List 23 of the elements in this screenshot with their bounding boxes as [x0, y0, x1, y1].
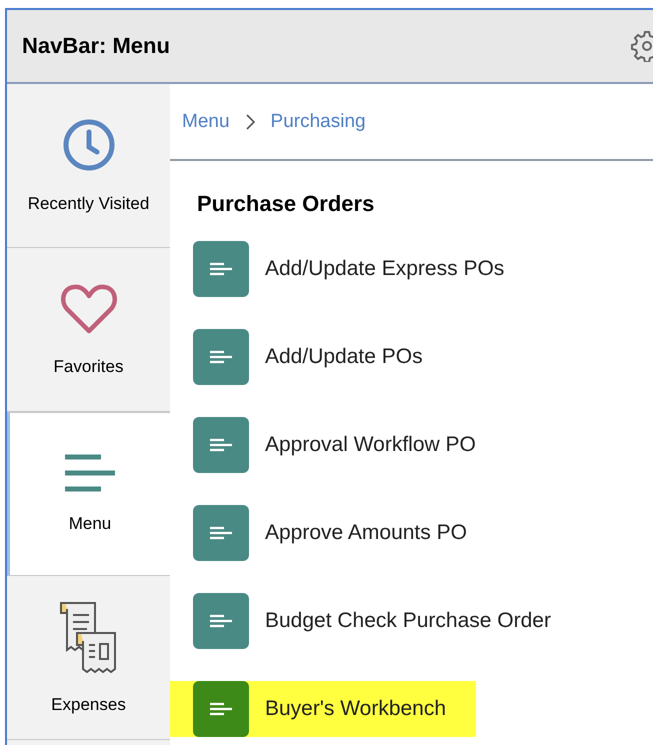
chevron-icon — [246, 114, 255, 130]
menu-icon — [63, 454, 117, 492]
highlighted-menu-item[interactable]: Buyer's Workbench — [170, 681, 476, 737]
list-icon — [193, 505, 249, 561]
list-icon — [193, 329, 249, 385]
menu-item[interactable]: Add/Update POs — [170, 329, 453, 385]
section-heading: Purchase Orders — [197, 191, 374, 216]
heart-icon — [60, 282, 118, 334]
sidebar-item[interactable]: Expenses — [7, 576, 170, 740]
sidebar-item[interactable]: Recently Visited — [7, 84, 170, 248]
navbar-title: NavBar: Menu — [22, 33, 170, 59]
breadcrumb-link[interactable]: Purchasing — [270, 110, 366, 132]
menu-item[interactable]: Approve Amounts PO — [170, 505, 497, 561]
clock-icon — [62, 118, 116, 172]
list-icon — [193, 417, 249, 473]
menu-item[interactable]: Approval Workflow PO — [170, 417, 506, 473]
menu-item[interactable]: Add/Update Express POs — [170, 241, 534, 297]
breadcrumb-link[interactable]: Menu — [182, 110, 230, 132]
menu-item[interactable]: Budget Check Purchase Order — [170, 593, 581, 649]
list-icon — [193, 593, 249, 649]
list-icon — [193, 681, 249, 737]
list-icon — [193, 241, 249, 297]
sidebar-item[interactable]: Menu — [7, 412, 170, 576]
